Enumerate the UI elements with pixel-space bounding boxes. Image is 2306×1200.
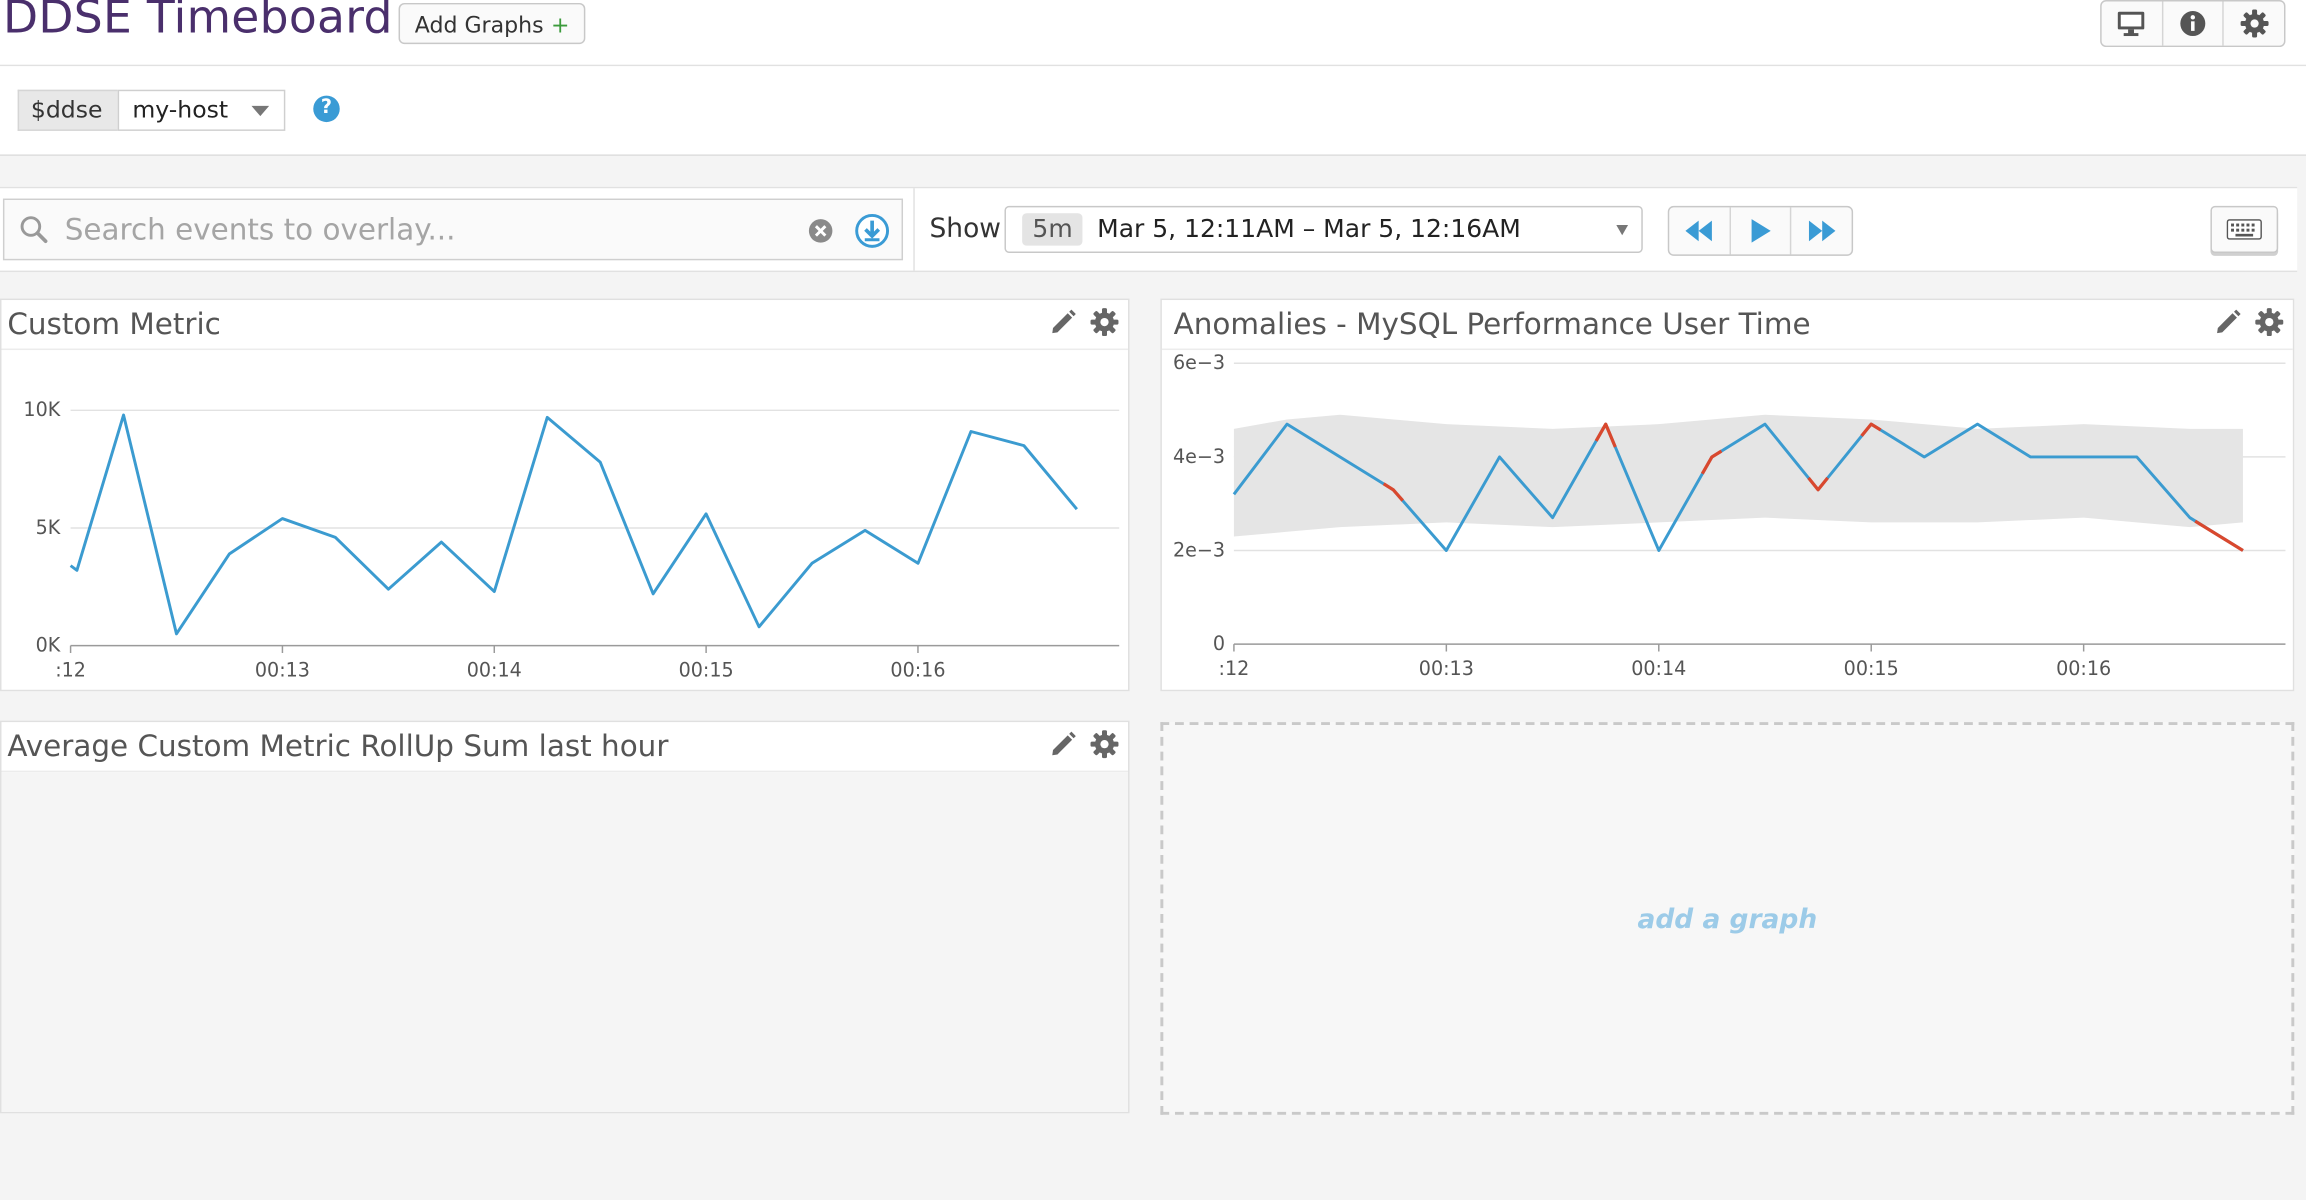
time-range-badge: 5m — [1022, 213, 1084, 246]
controls-divider — [913, 188, 915, 271]
panel-title: Custom Metric — [7, 305, 221, 342]
panel-tools — [1049, 729, 1120, 759]
monitor-icon — [2118, 11, 2145, 37]
x-tick-label: :12 — [1219, 657, 1250, 680]
x-tick-label: 00:16 — [890, 659, 945, 682]
x-tick-label: 00:14 — [467, 659, 522, 682]
x-tick-label: :12 — [55, 659, 86, 682]
y-tick-label: 2e−3 — [1173, 538, 1225, 561]
play-button[interactable] — [1731, 207, 1792, 255]
anomaly-bounds-band — [1233, 414, 2243, 537]
y-tick-label: 5K — [36, 516, 61, 539]
settings-button[interactable] — [2224, 1, 2284, 45]
x-tick-label: 00:16 — [2056, 657, 2111, 680]
add-graphs-button[interactable]: Add Graphs + — [398, 2, 586, 45]
anomalies-chart: 0 2e−3 4e−3 6e−3 :12 00:13 00:14 00:15 00:16 — [1173, 351, 2286, 680]
panel-header: Custom Metric — [1, 300, 1129, 351]
x-tick-label: 00:15 — [1844, 657, 1899, 680]
playback-controls — [1667, 205, 1854, 256]
clear-icon[interactable] — [807, 218, 833, 244]
gear-icon[interactable] — [1090, 307, 1119, 337]
rewind-icon — [1685, 220, 1713, 242]
gear-icon[interactable] — [2255, 307, 2284, 337]
template-variable-name: $ddse — [17, 89, 118, 131]
panel-header: Average Custom Metric RollUp Sum last ho… — [1, 722, 1129, 773]
template-variable-select[interactable]: my-host — [117, 89, 286, 131]
pencil-icon[interactable] — [1049, 729, 1078, 758]
controls-bar: Search events to overlay... Show 5m Mar … — [0, 186, 2298, 273]
fast-forward-button[interactable] — [1792, 207, 1852, 254]
search-events-input[interactable]: Search events to overlay... — [2, 198, 904, 261]
anomaly-segment — [2194, 519, 2244, 552]
rewind-button[interactable] — [1669, 207, 1731, 255]
tv-mode-button[interactable] — [2102, 1, 2163, 46]
play-icon — [1751, 219, 1771, 243]
x-tick-label: 00:13 — [255, 659, 310, 682]
series-line — [69, 413, 1078, 636]
rollup-panel: Average Custom Metric RollUp Sum last ho… — [0, 720, 1130, 1114]
y-tick-label: 10K — [23, 398, 60, 421]
y-tick-label: 4e−3 — [1173, 445, 1225, 468]
plus-icon: + — [550, 11, 570, 39]
template-variable-value: my-host — [132, 95, 229, 124]
panel-body — [1, 772, 1129, 1112]
add-graph-label: add a graph — [1637, 904, 1818, 936]
gear-icon[interactable] — [1090, 729, 1119, 759]
keyboard-icon — [2226, 219, 2262, 240]
x-tick-label: 00:15 — [679, 659, 734, 682]
time-range-text: Mar 5, 12:11AM – Mar 5, 12:16AM — [1097, 214, 1521, 245]
add-graphs-label: Add Graphs — [414, 11, 544, 39]
panel-tools — [2213, 307, 2284, 337]
page-title: DDSE Timeboard — [2, 0, 393, 45]
template-variable-bar: $ddse my-host ? — [0, 66, 2306, 156]
y-tick-label: 0K — [36, 634, 61, 657]
help-icon[interactable]: ? — [313, 95, 340, 123]
keyboard-shortcuts-button[interactable] — [2210, 205, 2279, 253]
search-icon — [20, 216, 48, 244]
show-label: Show — [929, 213, 1001, 245]
download-icon[interactable] — [854, 213, 890, 248]
custom-metric-chart: 0K 5K 10K :12 00:13 00:14 00:15 00:16 — [23, 398, 1120, 682]
y-tick-label: 0 — [1213, 632, 1225, 655]
panel-header: Anomalies - MySQL Performance User Time — [1161, 300, 2293, 351]
chevron-down-icon — [1616, 225, 1629, 236]
x-tick-label: 00:13 — [1419, 657, 1474, 680]
search-placeholder: Search events to overlay... — [64, 211, 456, 248]
panel-tools — [1049, 307, 1120, 337]
panel-title: Anomalies - MySQL Performance User Time — [1173, 305, 1811, 342]
pencil-icon[interactable] — [2213, 307, 2242, 336]
fast-forward-icon — [1808, 220, 1835, 242]
header-icon-group — [2100, 0, 2286, 48]
x-tick-label: 00:14 — [1631, 657, 1686, 680]
top-bar: DDSE Timeboard Add Graphs + — [0, 0, 2306, 67]
pencil-icon[interactable] — [1049, 307, 1078, 336]
gear-icon — [2240, 9, 2269, 38]
y-tick-label: 6e−3 — [1173, 351, 1225, 374]
custom-metric-panel: Custom Metric 0K 5K 10K:12 00:13 00:14 00:15 0… — [0, 298, 1130, 692]
time-range-select[interactable]: 5m Mar 5, 12:11AM – Mar 5, 12:16AM — [1004, 205, 1643, 253]
info-icon — [2180, 11, 2206, 37]
anomalies-panel: Anomalies - MySQL Performance User Time … — [1160, 298, 2295, 692]
panel-title: Average Custom Metric RollUp Sum last ho… — [7, 727, 669, 764]
info-button[interactable] — [2163, 1, 2225, 46]
chevron-down-icon — [251, 105, 270, 117]
add-graph-placeholder[interactable]: add a graph — [1160, 722, 2295, 1115]
